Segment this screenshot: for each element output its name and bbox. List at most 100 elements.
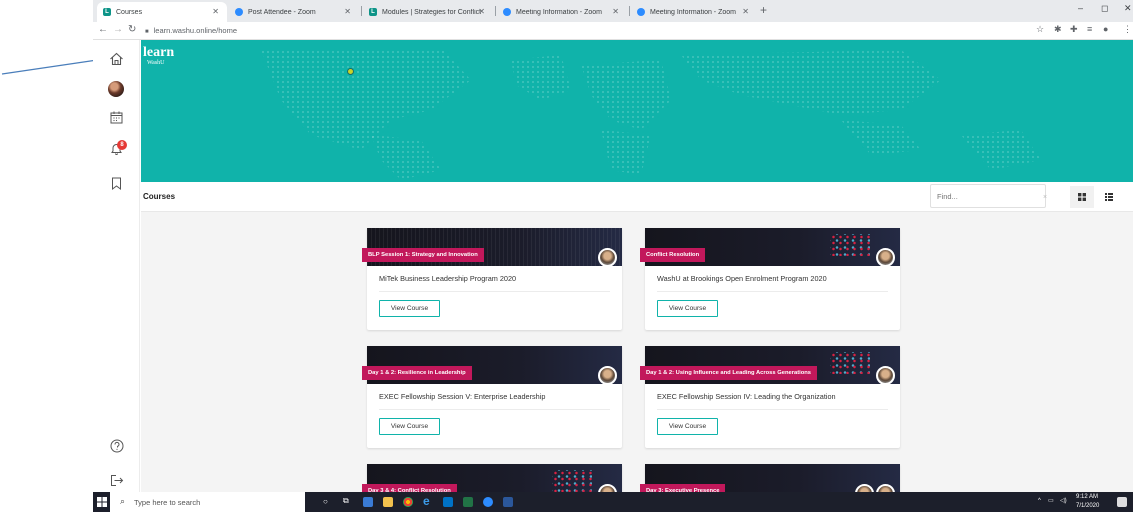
cortana-icon[interactable]: ○ [323, 497, 328, 506]
zoom-favicon-icon [637, 8, 645, 16]
browser-tab-post-attendee[interactable]: Post Attendee - Zoom ✕ [229, 2, 359, 22]
outlook-app-icon[interactable] [443, 497, 453, 507]
learn-washu-logo[interactable]: learn WashU [143, 45, 175, 67]
card-divider [379, 291, 610, 292]
file-explorer-icon[interactable] [383, 497, 393, 507]
list-icon [1105, 193, 1113, 201]
home-icon[interactable] [108, 50, 125, 67]
card-divider [379, 409, 610, 410]
profile-icon[interactable]: ● [1103, 24, 1108, 34]
new-tab-button[interactable]: + [760, 3, 767, 17]
course-card[interactable]: Day 1 & 2: Resilience in Leadership EXEC… [362, 346, 622, 448]
puzzle-icon[interactable]: ✚ [1070, 24, 1078, 35]
windows-taskbar: ⌕ Type here to search ○ ⧉ e ^ ▭ ◁) 9:12 … [93, 492, 1133, 512]
tab-label: Courses [116, 8, 143, 16]
learn-favicon-icon: L [369, 8, 377, 16]
world-map-pattern [261, 48, 1041, 180]
taskbar-search-box[interactable]: ⌕ Type here to search [110, 492, 305, 512]
logo-wordmark: learn [143, 45, 175, 60]
close-window-button[interactable]: ✕ [1124, 3, 1132, 14]
reading-list-icon[interactable]: ≡ [1087, 24, 1092, 34]
browser-tab-meeting-info-2[interactable]: Meeting Information - Zoom ✕ [631, 2, 757, 22]
grid-view-button[interactable] [1070, 186, 1094, 208]
browser-tab-meeting-info-1[interactable]: Meeting Information - Zoom ✕ [497, 2, 627, 22]
store-app-icon[interactable] [363, 497, 373, 507]
tab-label: Meeting Information - Zoom [516, 8, 602, 16]
bookmark-icon[interactable] [108, 175, 125, 192]
course-card[interactable]: BLP Session 1: Strategy and Innovation M… [362, 228, 622, 330]
task-view-icon[interactable]: ⧉ [343, 496, 349, 506]
tab-separator [495, 6, 496, 16]
close-tab-icon[interactable]: ✕ [478, 7, 485, 16]
clear-search-icon[interactable]: × [1043, 194, 1047, 201]
url-field[interactable]: ■ learn.washu.online/home [145, 26, 237, 35]
minimize-button[interactable]: – [1078, 3, 1083, 13]
excel-app-icon[interactable] [463, 497, 473, 507]
tray-chevron-icon[interactable]: ^ [1038, 498, 1041, 504]
clock-time[interactable]: 9:12 AM [1076, 494, 1098, 500]
clock-date[interactable]: 7/1/2020 [1076, 503, 1099, 509]
card-divider [657, 291, 888, 292]
chrome-app-icon[interactable] [403, 497, 413, 507]
view-course-button[interactable]: View Course [657, 300, 718, 317]
course-title: EXEC Fellowship Session V: Enterprise Le… [379, 392, 546, 401]
forward-arrow-icon[interactable]: → [113, 24, 123, 35]
menu-kebab-icon[interactable]: ⋮ [1123, 24, 1132, 35]
course-card[interactable]: Day 1 & 2: Using Influence and Leading A… [640, 346, 900, 448]
back-arrow-icon[interactable]: ← [98, 24, 108, 35]
help-icon[interactable] [108, 437, 125, 454]
logo-subtext: WashU [147, 60, 165, 66]
user-avatar[interactable] [108, 81, 124, 97]
volume-icon[interactable]: ◁) [1060, 497, 1067, 504]
edge-browser-icon[interactable]: e [423, 494, 430, 508]
word-app-icon[interactable] [503, 497, 513, 507]
windows-start-icon[interactable] [97, 497, 107, 507]
courses-heading: Courses [143, 192, 176, 201]
find-courses-input[interactable] [930, 184, 1046, 208]
taskbar-search-placeholder: Type here to search [134, 498, 201, 507]
browser-tab-modules[interactable]: L Modules | Strategies for Conflict ✕ [363, 2, 493, 22]
view-course-button[interactable]: View Course [379, 418, 440, 435]
calendar-icon[interactable] [108, 109, 125, 126]
instructor-avatar [876, 248, 895, 267]
tab-label: Post Attendee - Zoom [248, 8, 316, 16]
close-tab-icon[interactable]: ✕ [212, 7, 219, 16]
course-grid: BLP Session 1: Strategy and Innovation M… [141, 212, 1133, 504]
browser-tab-bar: L Courses ✕ Post Attendee - Zoom ✕ L Mod… [93, 0, 1133, 22]
close-tab-icon[interactable]: ✕ [612, 7, 619, 16]
zoom-app-icon[interactable] [483, 497, 493, 507]
maximize-button[interactable]: ◻ [1101, 3, 1108, 14]
logout-icon[interactable] [108, 472, 125, 489]
browser-tab-courses[interactable]: L Courses ✕ [97, 2, 227, 22]
learn-favicon-icon: L [103, 8, 111, 16]
instructor-avatar [598, 366, 617, 385]
notification-badge: 8 [117, 140, 127, 150]
map-location-pin [347, 68, 354, 75]
close-tab-icon[interactable]: ✕ [344, 7, 351, 16]
reload-icon[interactable]: ↻ [128, 24, 136, 35]
view-course-button[interactable]: View Course [657, 418, 718, 435]
course-title: MiTek Business Leadership Program 2020 [379, 274, 517, 283]
course-tag: Conflict Resolution [640, 248, 706, 262]
instructor-avatar [876, 366, 895, 385]
lock-icon: ■ [145, 29, 149, 35]
courses-toolbar: Courses × [141, 182, 1133, 212]
instructor-avatar [598, 248, 617, 267]
close-tab-icon[interactable]: ✕ [742, 7, 749, 16]
bookmark-star-icon[interactable]: ☆ [1036, 24, 1044, 35]
grid-icon [1078, 193, 1086, 201]
course-tag: Day 1 & 2: Using Influence and Leading A… [640, 366, 818, 380]
url-text: learn.washu.online/home [153, 26, 238, 35]
extension-icon[interactable]: ✱ [1054, 24, 1062, 35]
tab-separator [629, 6, 630, 16]
screenshot-root: L Courses ✕ Post Attendee - Zoom ✕ L Mod… [0, 0, 1133, 512]
course-card[interactable]: Conflict Resolution WashU at Brookings O… [640, 228, 900, 330]
view-course-button[interactable]: View Course [379, 300, 440, 317]
search-icon: ⌕ [120, 496, 126, 506]
list-view-button[interactable] [1097, 186, 1121, 208]
course-title: WashU at Brookings Open Enrolment Progra… [657, 274, 827, 283]
learn-sidebar: 8 [93, 40, 140, 492]
course-tag: BLP Session 1: Strategy and Innovation [362, 248, 484, 262]
network-icon[interactable]: ▭ [1048, 497, 1054, 504]
action-center-icon[interactable] [1117, 497, 1127, 507]
